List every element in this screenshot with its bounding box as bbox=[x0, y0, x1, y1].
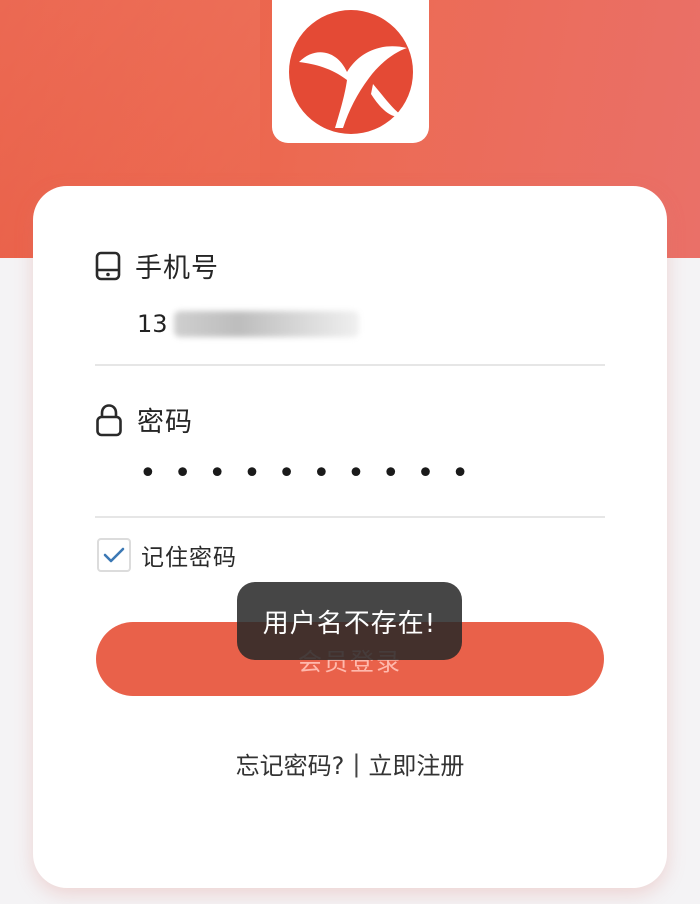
password-label: 密码 bbox=[137, 407, 193, 438]
phone-redaction bbox=[173, 311, 359, 337]
phone-input-value: 13 bbox=[137, 310, 168, 338]
app-logo bbox=[272, 0, 429, 143]
link-separator: | bbox=[352, 749, 361, 778]
password-input[interactable]: •••••••••• bbox=[139, 456, 486, 491]
auth-links: 忘记密码? | 立即注册 bbox=[33, 746, 667, 781]
remember-password-row[interactable]: 记住密码 bbox=[97, 538, 237, 572]
phone-icon bbox=[95, 251, 121, 280]
password-label-row: 密码 bbox=[95, 400, 193, 439]
check-icon bbox=[103, 547, 125, 563]
brand-logo-icon bbox=[288, 9, 413, 134]
phone-input[interactable]: 13 bbox=[137, 310, 359, 338]
remember-checkbox[interactable] bbox=[97, 538, 131, 572]
lock-icon bbox=[96, 403, 122, 436]
error-toast: 用户名不存在! bbox=[237, 582, 462, 660]
phone-label-row: 手机号 bbox=[95, 246, 219, 285]
password-divider bbox=[95, 516, 605, 518]
phone-divider bbox=[95, 364, 605, 366]
phone-label: 手机号 bbox=[135, 253, 219, 284]
remember-label: 记住密码 bbox=[141, 545, 237, 571]
login-card: 手机号 13 密码 •••••••••• 记住密码 会员登录 用户名不存在! 忘… bbox=[33, 186, 667, 888]
register-link[interactable]: 立即注册 bbox=[368, 746, 464, 781]
forgot-password-link[interactable]: 忘记密码? bbox=[236, 746, 345, 781]
